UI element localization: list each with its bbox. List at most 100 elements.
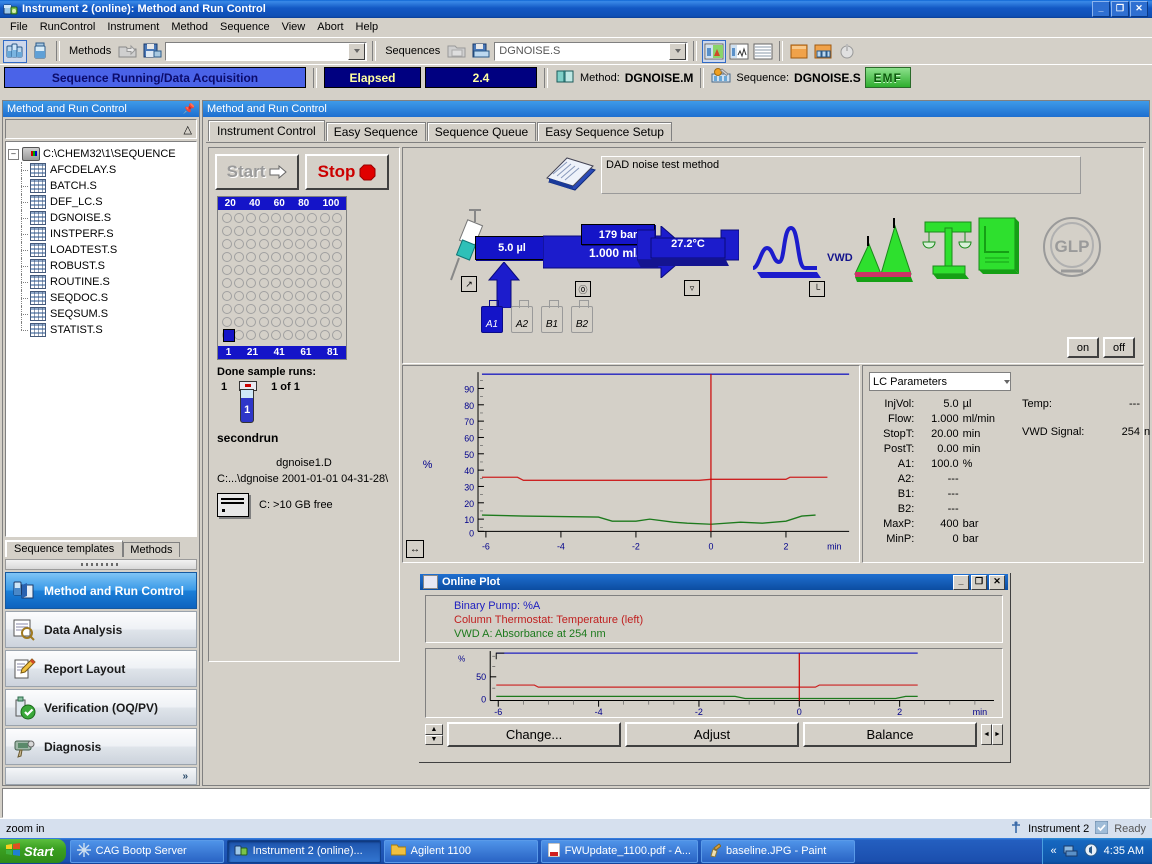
run-sequence-icon[interactable]	[812, 41, 834, 62]
sequence-combo[interactable]: DGNOISE.S	[494, 41, 689, 61]
method-combo[interactable]	[165, 41, 368, 61]
print-preview-icon[interactable]	[836, 41, 858, 62]
menu-item-instrument[interactable]: Instrument	[101, 19, 165, 35]
clock[interactable]: 4:35 AM	[1104, 845, 1144, 857]
method-book-icon[interactable]	[543, 156, 601, 196]
chromatogram-icon[interactable]	[853, 216, 915, 287]
sequence-tree[interactable]: – C:\CHEM32\1\SEQUENCE AFCDELAY.S BATCH.…	[5, 141, 197, 537]
tab-easy-sequence-setup[interactable]: Easy Sequence Setup	[537, 122, 672, 141]
sample-tray[interactable]: 20 40 60 80 100 1 21 41 61 81	[217, 196, 347, 360]
tray-volume-icon[interactable]	[1084, 843, 1098, 860]
tree-item-afcdelay[interactable]: AFCDELAY.S	[8, 162, 194, 178]
emf-badge[interactable]: EMF	[864, 67, 911, 88]
sidebar-item-verification[interactable]: Verification (OQ/PV)	[5, 689, 197, 726]
tab-sequence-queue[interactable]: Sequence Queue	[426, 122, 537, 141]
bottle-b1[interactable]: B1	[541, 300, 565, 334]
tree-item-statist[interactable]: STATIST.S	[8, 322, 194, 338]
adjust-button[interactable]: Adjust	[625, 722, 799, 747]
tree-item-loadtest[interactable]: LOADTEST.S	[8, 242, 194, 258]
online-signals-icon[interactable]	[728, 41, 750, 62]
on-button[interactable]: on	[1067, 337, 1099, 358]
chevron-down-icon[interactable]	[348, 42, 366, 60]
task-baseline-paint[interactable]: baseline.JPG - Paint	[701, 839, 855, 863]
menu-item-file[interactable]: File	[4, 19, 34, 35]
minimize-button[interactable]: _	[1092, 1, 1110, 17]
start-button[interactable]: Start	[215, 154, 299, 190]
sidebar-item-method-run-control[interactable]: Method and Run Control	[5, 572, 197, 609]
glp-icon[interactable]: GLP	[1041, 216, 1103, 281]
tab-instrument-control[interactable]: Instrument Control	[208, 120, 325, 141]
sidebar-item-data-analysis[interactable]: Data Analysis	[5, 611, 197, 648]
load-sequence-icon[interactable]	[446, 41, 468, 62]
bottle-a1[interactable]: A1	[481, 300, 505, 334]
tree-item-batch[interactable]: BATCH.S	[8, 178, 194, 194]
tab-easy-sequence[interactable]: Easy Sequence	[325, 122, 426, 141]
chevron-down-icon[interactable]	[1004, 379, 1010, 384]
tray-network-icon[interactable]	[1063, 843, 1078, 860]
stop-button[interactable]: Stop	[305, 154, 389, 190]
task-agilent-1100[interactable]: Agilent 1100	[383, 839, 538, 863]
off-button[interactable]: off	[1103, 337, 1135, 358]
sample-vials-icon[interactable]	[3, 39, 27, 63]
report-icon[interactable]	[977, 216, 1021, 281]
pan-right-button[interactable]: ►	[992, 724, 1003, 745]
autoscale-button[interactable]: ↔	[406, 540, 424, 558]
sort-icon[interactable]: △	[184, 123, 192, 136]
tab-sequence-templates[interactable]: Sequence templates	[5, 540, 124, 557]
sidebar-item-report-layout[interactable]: Report Layout	[5, 650, 197, 687]
menu-item-view[interactable]: View	[276, 19, 312, 35]
sample-info-icon[interactable]	[788, 41, 810, 62]
tree-root[interactable]: – C:\CHEM32\1\SEQUENCE	[8, 146, 194, 162]
load-method-icon[interactable]	[117, 41, 139, 62]
single-vial-icon[interactable]	[29, 41, 51, 62]
tree-item-def-lc[interactable]: DEF_LC.S	[8, 194, 194, 210]
tray-vial-grid[interactable]	[218, 210, 346, 346]
parameters-combo[interactable]: LC Parameters	[869, 372, 1011, 391]
nav-more-button[interactable]: »	[5, 767, 197, 785]
menu-item-abort[interactable]: Abort	[311, 19, 349, 35]
close-button[interactable]: ✕	[989, 574, 1005, 590]
instrument-signal-plot[interactable]: 90 80 70 60 50 40 30 20 10 0 % -6 -4 -2 …	[402, 365, 860, 563]
tree-item-seqsum[interactable]: SEQSUM.S	[8, 306, 194, 322]
stepper-up[interactable]: ▲	[425, 724, 443, 735]
online-plot-chart[interactable]: % 50 0 -6 -4 -2 0 2 min	[425, 648, 1003, 718]
tree-item-instperf[interactable]: INSTPERF.S	[8, 226, 194, 242]
injector-setup-icon[interactable]: ↗	[461, 276, 477, 292]
tree-expander[interactable]: –	[8, 148, 19, 160]
save-sequence-icon[interactable]	[470, 41, 492, 62]
message-bar[interactable]	[2, 788, 1150, 818]
pan-controls[interactable]: ◄ ►	[981, 724, 1003, 745]
task-cag-bootp-server[interactable]: CAG Bootp Server	[69, 839, 224, 863]
menu-item-runcontrol[interactable]: RunControl	[34, 19, 102, 35]
task-fwupdate-pdf[interactable]: FWUpdate_1100.pdf - A...	[540, 839, 698, 863]
menu-item-sequence[interactable]: Sequence	[214, 19, 276, 35]
data-table-icon[interactable]	[752, 41, 774, 62]
sidebar-item-diagnosis[interactable]: Diagnosis	[5, 728, 197, 765]
menu-item-help[interactable]: Help	[350, 19, 385, 35]
maximize-button[interactable]: ❐	[971, 574, 987, 590]
bottle-a2[interactable]: A2	[511, 300, 535, 334]
detector-module[interactable]	[751, 224, 829, 283]
tree-item-routine[interactable]: ROUTINE.S	[8, 274, 194, 290]
chevron-down-icon[interactable]	[669, 42, 687, 60]
method-description-field[interactable]: DAD noise test method	[601, 156, 1081, 194]
pin-icon[interactable]: 📌	[183, 104, 195, 115]
balance-button[interactable]: Balance	[803, 722, 977, 747]
pump-setup-icon[interactable]: ⓪	[575, 281, 591, 297]
detector-setup-icon[interactable]: └	[809, 281, 825, 297]
tree-item-dgnoise[interactable]: DGNOISE.S	[8, 210, 194, 226]
start-button[interactable]: Start	[0, 839, 66, 863]
nav-grip-handle[interactable]	[5, 559, 197, 570]
menu-item-method[interactable]: Method	[165, 19, 214, 35]
bottle-b2[interactable]: B2	[571, 300, 595, 334]
stepper-down[interactable]: ▼	[425, 734, 443, 745]
thermostat-setup-icon[interactable]: ▿	[684, 280, 700, 296]
change-button[interactable]: Change...	[447, 722, 621, 747]
minimize-button[interactable]: _	[953, 574, 969, 590]
restore-button[interactable]: ❐	[1111, 1, 1129, 17]
task-instrument-2-online[interactable]: Instrument 2 (online)...	[226, 839, 381, 863]
instrument-view-icon[interactable]	[702, 39, 727, 63]
tray-expand-button[interactable]: «	[1051, 845, 1057, 857]
save-method-icon[interactable]	[141, 41, 163, 62]
pan-left-button[interactable]: ◄	[981, 724, 992, 745]
